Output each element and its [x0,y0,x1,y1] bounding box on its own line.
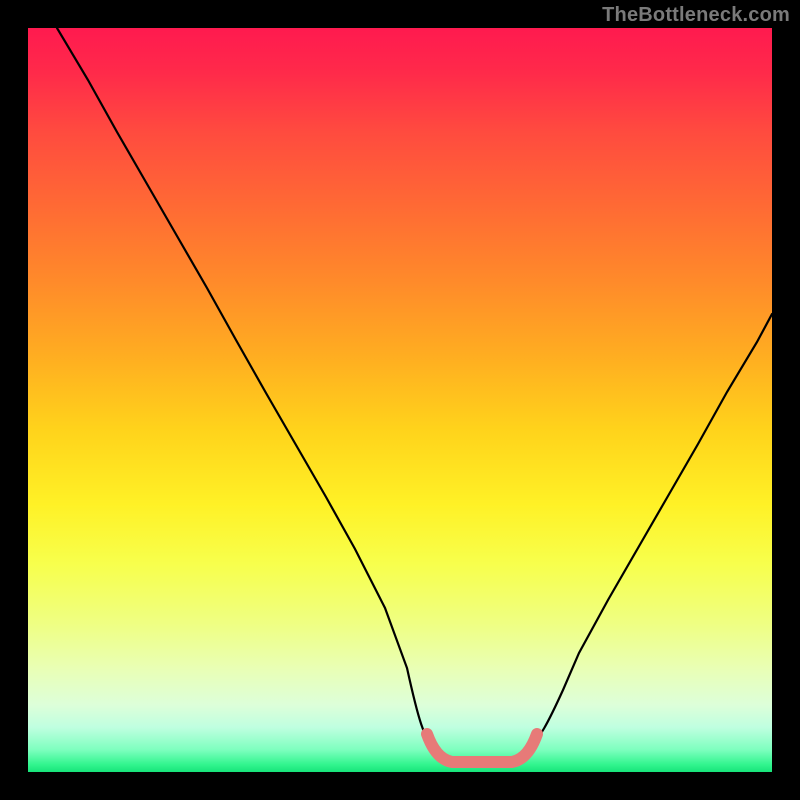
curve-layer [28,28,772,772]
bottleneck-curve [57,28,772,763]
chart-frame: TheBottleneck.com [0,0,800,800]
optimal-band [427,734,537,762]
watermark-text: TheBottleneck.com [602,4,790,27]
plot-area [28,28,772,772]
